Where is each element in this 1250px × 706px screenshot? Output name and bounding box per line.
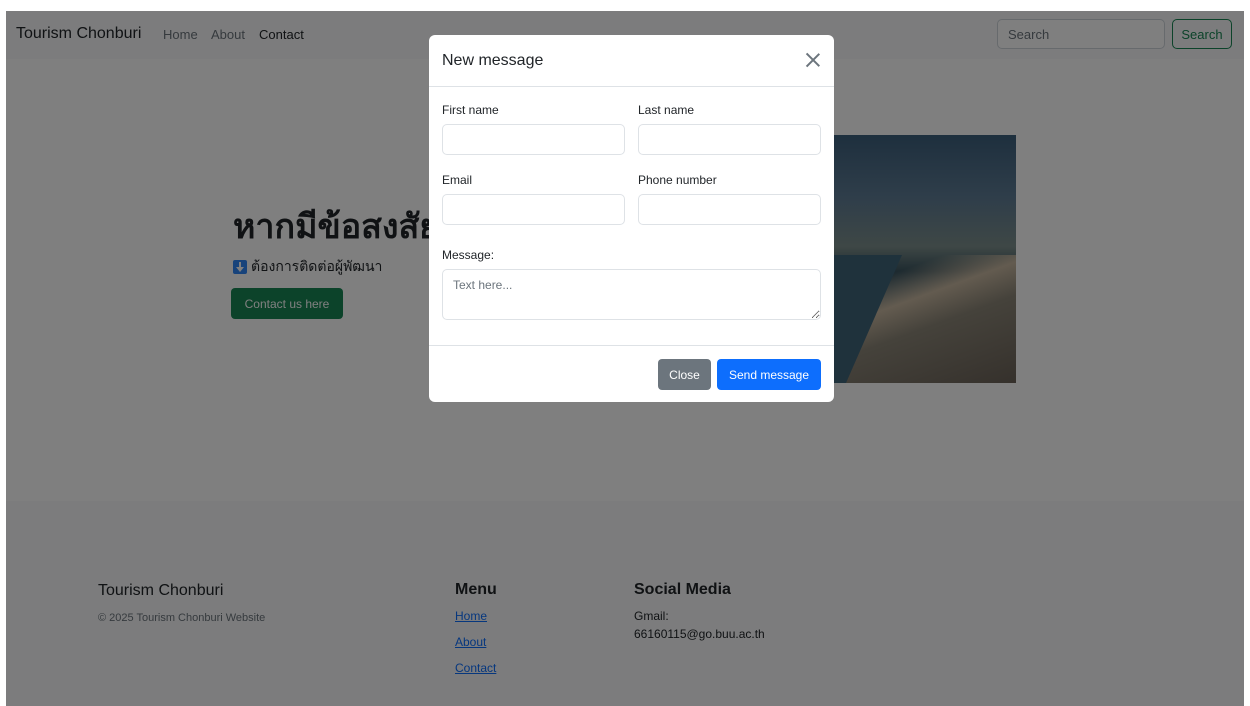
phone-field[interactable] bbox=[638, 194, 821, 225]
phone-label: Phone number bbox=[638, 173, 717, 187]
close-icon[interactable] bbox=[803, 50, 823, 70]
browser-viewport: Tourism Chonburi Home About Contact Sear… bbox=[6, 11, 1244, 706]
modal-footer: Close Send message bbox=[429, 345, 834, 402]
close-button[interactable]: Close bbox=[658, 359, 711, 390]
message-label: Message: bbox=[442, 248, 495, 262]
email-label: Email bbox=[442, 173, 473, 187]
modal-title: New message bbox=[442, 52, 544, 69]
last-name-field[interactable] bbox=[638, 124, 821, 155]
first-name-label: First name bbox=[442, 103, 499, 117]
email-field[interactable] bbox=[442, 194, 625, 225]
send-message-button[interactable]: Send message bbox=[717, 359, 821, 390]
new-message-modal: New message First name Last name Email P… bbox=[429, 35, 834, 402]
message-textarea[interactable] bbox=[442, 269, 821, 320]
first-name-field[interactable] bbox=[442, 124, 625, 155]
modal-header: New message bbox=[429, 35, 834, 87]
last-name-label: Last name bbox=[638, 103, 695, 117]
